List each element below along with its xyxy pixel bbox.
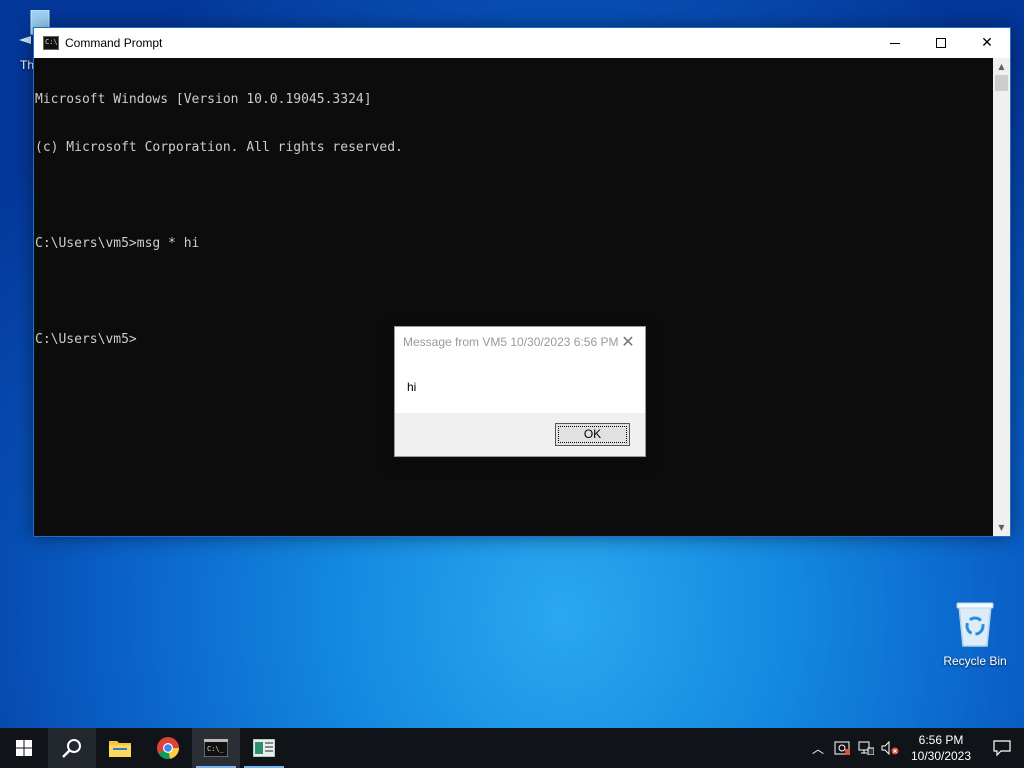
clock-time: 6:56 PM <box>918 733 964 747</box>
tray-update-button[interactable] <box>830 728 854 768</box>
start-icon <box>16 740 32 756</box>
console-line: C:\Users\vm5>msg * hi <box>35 236 200 251</box>
close-icon: ✕ <box>621 332 635 351</box>
scroll-up-arrow-icon[interactable]: ▲ <box>993 58 1010 75</box>
close-button[interactable]: ✕ <box>964 28 1010 58</box>
taskbar-chrome[interactable] <box>144 728 192 768</box>
show-hidden-icons-button[interactable]: ︿ <box>806 728 830 768</box>
window-titlebar[interactable]: C:\ Command Prompt ✕ <box>34 28 1010 58</box>
cmd-app-icon: C:\ <box>43 36 59 50</box>
notification-icon <box>993 740 1011 756</box>
system-tray: ︿ 6:56 PM 10/30/2023 <box>806 728 1024 768</box>
maximize-button[interactable] <box>918 28 964 58</box>
taskbar: C:\_ ︿ 6:56 PM 10/30/2023 <box>0 728 1024 768</box>
ok-button[interactable]: OK <box>555 423 630 446</box>
dialog-title: Message from VM5 10/30/2023 6:56 PM <box>403 335 619 349</box>
vertical-scrollbar[interactable]: ▲ ▼ <box>993 58 1010 536</box>
clock-date: 10/30/2023 <box>910 749 972 763</box>
console-line: Microsoft Windows [Version 10.0.19045.33… <box>35 92 372 107</box>
update-icon <box>834 741 850 755</box>
message-dialog[interactable]: Message from VM5 10/30/2023 6:56 PM ✕ hi… <box>394 326 646 457</box>
search-icon <box>62 739 81 758</box>
recycle-bin-icon <box>956 602 994 647</box>
svg-text:C:\_: C:\_ <box>207 745 225 753</box>
window-title: Command Prompt <box>65 36 163 50</box>
maximize-icon <box>936 38 946 48</box>
scroll-thumb[interactable] <box>995 75 1008 91</box>
network-icon <box>858 741 874 755</box>
command-prompt-icon: C:\_ <box>204 739 228 757</box>
minimize-icon <box>890 42 900 44</box>
console-line: (c) Microsoft Corporation. All rights re… <box>35 140 403 155</box>
command-prompt-window[interactable]: C:\ Command Prompt ✕ Microsoft Windows [… <box>33 27 1011 537</box>
start-button[interactable] <box>0 728 48 768</box>
dialog-footer: OK <box>395 413 645 456</box>
console-output[interactable]: Microsoft Windows [Version 10.0.19045.33… <box>34 58 993 536</box>
tray-network-button[interactable] <box>854 728 878 768</box>
desktop-icon-label: Th <box>20 58 35 72</box>
dialog-message: hi <box>407 380 417 394</box>
chevron-up-icon: ︿ <box>811 741 824 756</box>
taskbar-clock[interactable]: 6:56 PM 10/30/2023 <box>902 732 980 764</box>
taskbar-file-explorer[interactable] <box>96 728 144 768</box>
volume-muted-icon <box>881 741 899 755</box>
search-button[interactable] <box>48 728 96 768</box>
file-explorer-icon <box>109 741 131 757</box>
taskbar-command-prompt[interactable]: C:\_ <box>192 728 240 768</box>
chrome-icon <box>157 737 179 759</box>
recycle-bin-label: Recycle Bin <box>943 654 1007 668</box>
recycle-bin[interactable]: Recycle Bin <box>940 600 1010 668</box>
tray-volume-button[interactable] <box>878 728 902 768</box>
scroll-down-arrow-icon[interactable]: ▼ <box>993 519 1010 536</box>
dialog-titlebar[interactable]: Message from VM5 10/30/2023 6:56 PM ✕ <box>395 327 645 357</box>
app-icon <box>253 739 275 757</box>
dialog-close-button[interactable]: ✕ <box>617 332 639 352</box>
minimize-button[interactable] <box>872 28 918 58</box>
close-icon: ✕ <box>981 35 993 51</box>
taskbar-app[interactable] <box>240 728 288 768</box>
action-center-button[interactable] <box>980 728 1024 768</box>
